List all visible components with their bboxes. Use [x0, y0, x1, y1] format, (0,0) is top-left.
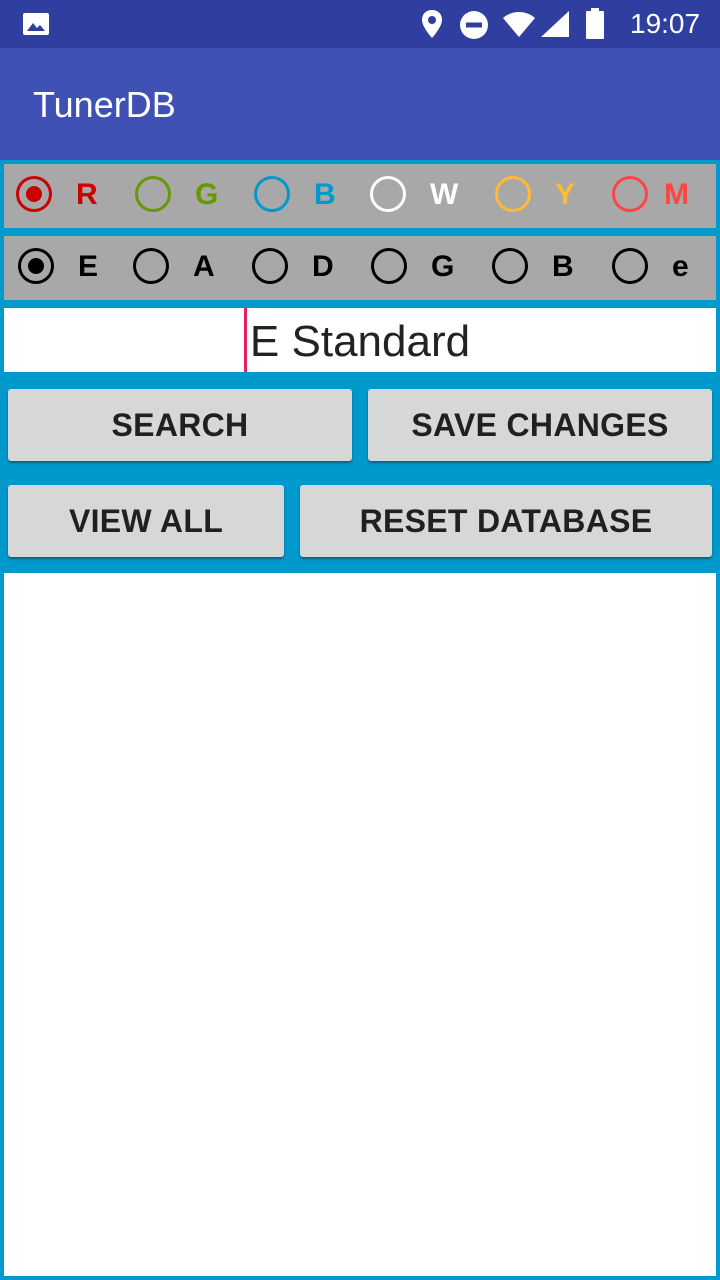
app-title: TunerDB [33, 84, 176, 125]
radio-button-icon[interactable] [612, 176, 648, 212]
text-cursor [244, 308, 247, 372]
color-radio-group: R G B W Y M [4, 164, 716, 228]
radio-label: A [193, 250, 215, 283]
app-bar: TunerDB [0, 48, 720, 160]
content-area: R G B W Y M E A D G B e E Standard SEARC… [0, 160, 720, 1280]
color-option-b[interactable]: B [254, 164, 364, 228]
radio-label: Y [555, 178, 576, 211]
clock: 19:07 [630, 8, 701, 39]
results-list[interactable] [4, 573, 716, 1276]
color-option-g[interactable]: G [135, 164, 245, 228]
string-option-b[interactable]: B [492, 236, 602, 300]
status-bar: 19:07 [0, 0, 720, 48]
radio-button-icon[interactable] [492, 248, 528, 284]
string-option-e-high[interactable]: e [612, 236, 720, 300]
reset-database-button[interactable]: RESET DATABASE [300, 485, 712, 557]
wifi-icon [503, 12, 535, 37]
radio-label: B [552, 250, 574, 283]
string-radio-group: E A D G B e [4, 236, 716, 300]
location-icon [422, 10, 442, 38]
radio-button-icon[interactable] [18, 248, 54, 284]
radio-button-icon[interactable] [370, 176, 406, 212]
tuning-name-value[interactable]: E Standard [4, 318, 716, 366]
radio-button-icon[interactable] [133, 248, 169, 284]
battery-icon [586, 8, 604, 39]
radio-label: D [312, 250, 334, 283]
radio-button-icon[interactable] [252, 248, 288, 284]
string-option-e-low[interactable]: E [18, 236, 128, 300]
search-button[interactable]: SEARCH [8, 389, 352, 461]
radio-button-icon[interactable] [254, 176, 290, 212]
radio-label: G [431, 250, 455, 283]
save-changes-button[interactable]: SAVE CHANGES [368, 389, 712, 461]
color-option-w[interactable]: W [370, 164, 480, 228]
radio-button-icon[interactable] [135, 176, 171, 212]
do-not-disturb-icon [460, 11, 488, 39]
color-option-m[interactable]: M [612, 164, 720, 228]
radio-label: W [430, 178, 459, 211]
tuning-name-input[interactable]: E Standard [4, 308, 716, 372]
view-all-button[interactable]: VIEW ALL [8, 485, 284, 557]
radio-button-icon[interactable] [16, 176, 52, 212]
radio-button-icon[interactable] [612, 248, 648, 284]
image-icon [23, 13, 49, 35]
string-option-d[interactable]: D [252, 236, 362, 300]
color-option-r[interactable]: R [16, 164, 126, 228]
string-option-a[interactable]: A [133, 236, 243, 300]
radio-label: E [78, 250, 99, 283]
color-option-y[interactable]: Y [495, 164, 605, 228]
radio-label: M [664, 178, 689, 211]
radio-button-icon[interactable] [495, 176, 531, 212]
radio-label: R [76, 178, 98, 211]
signal-icon [541, 11, 569, 37]
radio-label: G [195, 178, 219, 211]
string-option-g[interactable]: G [371, 236, 481, 300]
radio-label: B [314, 178, 336, 211]
radio-label: e [672, 250, 689, 283]
radio-button-icon[interactable] [371, 248, 407, 284]
